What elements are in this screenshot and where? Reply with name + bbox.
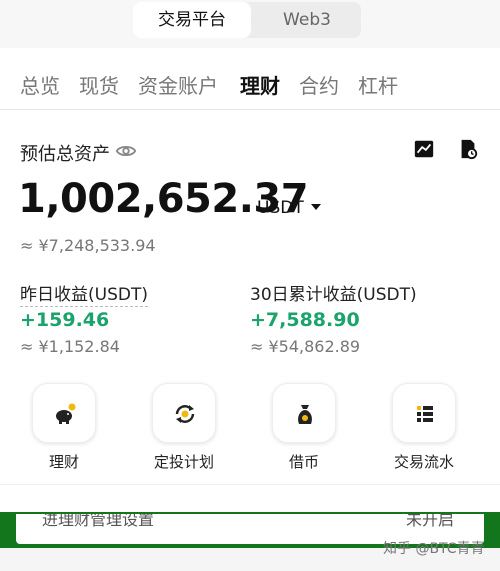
- tab-earn[interactable]: 理财: [240, 70, 280, 99]
- fiat-equivalent: ≈ ¥7,248,533.94: [20, 236, 156, 255]
- recurring-tool-button[interactable]: [152, 383, 216, 443]
- history-icon[interactable]: [457, 138, 479, 160]
- earn-tool-label: 理财: [48, 453, 79, 471]
- section-divider: [0, 484, 500, 512]
- tab-overview[interactable]: 总览: [20, 70, 60, 99]
- recurring-icon: [175, 405, 195, 423]
- earn-settings-label: 进理财管理设置: [42, 512, 155, 529]
- yesterday-pnl-fiat: ≈ ¥1,152.84: [20, 337, 120, 356]
- thirty-day-pnl-fiat: ≈ ¥54,862.89: [250, 337, 361, 356]
- yesterday-pnl-label[interactable]: 昨日收益(USDT): [20, 280, 148, 307]
- account-tabs: 总览 现货 资金账户 理财 合约 杠杆: [0, 60, 500, 110]
- tab-margin[interactable]: 杠杆: [358, 70, 398, 99]
- tab-futures[interactable]: 合约: [299, 70, 339, 99]
- transactions-tool-button[interactable]: [392, 383, 456, 443]
- yesterday-pnl-value: +159.46: [20, 309, 110, 331]
- segmented-control: 交易平台 Web3: [133, 2, 361, 38]
- thirty-day-pnl-label[interactable]: 30日累计收益(USDT): [250, 280, 417, 305]
- earn-tool-button[interactable]: [32, 383, 96, 443]
- watermark: 知乎 @BTC青青: [383, 541, 485, 557]
- list-icon: [417, 406, 433, 422]
- chart-icon[interactable]: [413, 138, 435, 160]
- thirty-day-pnl-value: +7,588.90: [250, 309, 360, 331]
- tab-funding[interactable]: 资金账户: [138, 70, 218, 99]
- recurring-tool-label: 定投计划: [153, 453, 214, 471]
- piggy-bank-icon: [56, 403, 76, 424]
- web3-tab[interactable]: Web3: [253, 2, 361, 38]
- loan-tool-button[interactable]: [272, 383, 336, 443]
- loan-bag-icon: [298, 405, 312, 424]
- platform-switcher: 交易平台 Web3: [0, 0, 500, 48]
- eye-icon[interactable]: [115, 140, 137, 162]
- transactions-tool-label: 交易流水: [393, 453, 454, 471]
- loan-tool-label: 借币: [288, 453, 319, 471]
- earn-settings-status: 未开启: [406, 512, 455, 529]
- tab-spot[interactable]: 现货: [79, 70, 119, 99]
- currency-selector[interactable]: USDT: [257, 198, 304, 218]
- exchange-tab[interactable]: 交易平台: [133, 2, 251, 38]
- caret-down-icon[interactable]: [309, 201, 323, 213]
- estimated-assets-label: 预估总资产: [20, 144, 110, 165]
